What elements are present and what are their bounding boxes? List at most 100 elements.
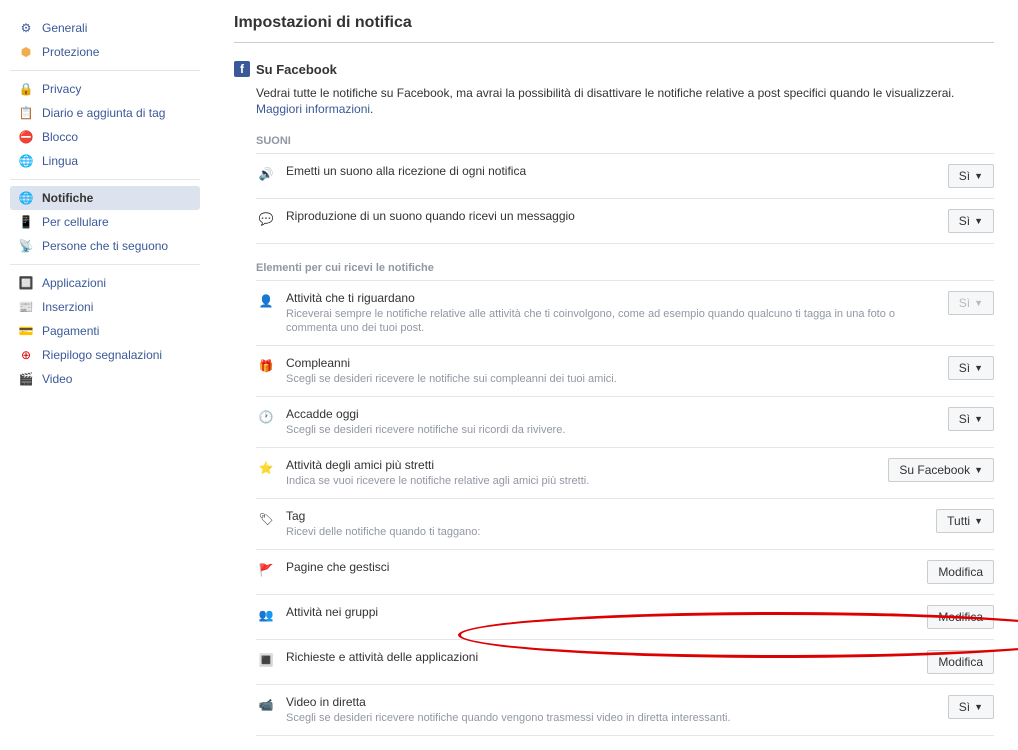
setting-row: 👤 Attività che ti riguardano Riceverai sem… [256, 281, 994, 346]
sidebar-item-support[interactable]: ⊕ Riepilogo segnalazioni [10, 343, 200, 367]
setting-row: 🕐 Accadde oggi Scegli se desideri ricevere… [256, 397, 994, 448]
facebook-icon: f [234, 61, 250, 77]
setting-label: Video in diretta [286, 695, 938, 709]
caret-icon: ▼ [974, 414, 983, 424]
setting-row-sound-message: 💬 Riproduzione di un suono quando ricevi… [256, 199, 994, 244]
setting-label: Accadde oggi [286, 407, 938, 421]
caret-icon: ▼ [974, 516, 983, 526]
section-title: Su Facebook [256, 62, 337, 77]
caret-icon: ▼ [974, 702, 983, 712]
sound-notification-dropdown[interactable]: Sì▼ [948, 164, 994, 188]
gift-icon: 🎁 [256, 356, 276, 376]
setting-row: 👥 Attività nei gruppi Modifica [256, 595, 994, 640]
globe-icon: 🌐 [18, 190, 34, 206]
setting-desc: Scegli se desideri ricevere le notifiche… [286, 372, 938, 386]
setting-desc: Scegli se desideri ricevere notifiche qu… [286, 711, 938, 725]
sidebar-item-security[interactable]: ⬢ Protezione [10, 40, 200, 64]
sidebar-item-label: Inserzioni [42, 300, 93, 314]
setting-label: Tag [286, 509, 926, 523]
globe-icon: 🌐 [18, 153, 34, 169]
sounds-title: SUONI [256, 135, 994, 154]
setting-desc: Riceverai sempre le notifiche relative a… [286, 307, 938, 335]
sidebar-item-notifications[interactable]: 🌐 Notifiche [10, 186, 200, 210]
setting-desc: Indica se vuoi ricevere le notifiche rel… [286, 474, 878, 488]
star-icon: ⭐ [256, 458, 276, 478]
setting-label: Attività che ti riguardano [286, 291, 938, 305]
setting-dropdown[interactable]: Modifica [927, 650, 994, 674]
mobile-icon: 📱 [18, 214, 34, 230]
caret-icon: ▼ [974, 171, 983, 181]
sidebar-item-label: Video [42, 372, 72, 386]
sidebar-item-label: Blocco [42, 130, 78, 144]
elements-title: Elementi per cui ricevi le notifiche [256, 262, 994, 281]
setting-label: Emetti un suono alla ricezione di ogni n… [286, 164, 938, 178]
sidebar-item-video[interactable]: 🎬 Video [10, 367, 200, 391]
setting-dropdown[interactable]: Sì▼ [948, 356, 994, 380]
message-icon: 💬 [256, 209, 276, 229]
setting-dropdown[interactable]: Sì▼ [948, 407, 994, 431]
tag-icon: 🏷 [256, 509, 276, 529]
diary-icon: 📋 [18, 105, 34, 121]
app-icon: 🔳 [256, 650, 276, 670]
sidebar-item-language[interactable]: 🌐 Lingua [10, 149, 200, 173]
sidebar-item-blocking[interactable]: ⛔ Blocco [10, 125, 200, 149]
setting-dropdown[interactable]: Su Facebook▼ [888, 458, 994, 482]
sidebar-item-apps[interactable]: 🔲 Applicazioni [10, 271, 200, 295]
sidebar-item-label: Persone che ti seguono [42, 239, 168, 253]
setting-row-sound-notification: 🔊 Emetti un suono alla ricezione di ogni… [256, 154, 994, 199]
setting-row: 📹 Video in diretta Scegli se desideri rice… [256, 685, 994, 736]
setting-label: Pagine che gestisci [286, 560, 917, 574]
setting-row: ⭐ Attività degli amici più stretti Indica … [256, 448, 994, 499]
video-icon: 🎬 [18, 371, 34, 387]
sidebar-item-ads[interactable]: 📰 Inserzioni [10, 295, 200, 319]
sidebar-item-label: Notifiche [42, 191, 93, 205]
setting-label: Attività nei gruppi [286, 605, 917, 619]
main-content: Impostazioni di notifica f Su Facebook V… [210, 0, 1018, 750]
person-icon: 👤 [256, 291, 276, 311]
sidebar-item-general[interactable]: ⚙ Generali [10, 16, 200, 40]
group-icon: 👥 [256, 605, 276, 625]
sidebar-item-label: Applicazioni [42, 276, 106, 290]
caret-icon: ▼ [974, 216, 983, 226]
sidebar-item-timeline[interactable]: 📋 Diario e aggiunta di tag [10, 101, 200, 125]
sound-message-dropdown[interactable]: Sì▼ [948, 209, 994, 233]
shield-icon: ⬢ [18, 44, 34, 60]
caret-icon: ▼ [974, 298, 983, 308]
sidebar-item-label: Protezione [42, 45, 99, 59]
setting-row: 🔳 Richieste e attività delle applicazioni… [256, 640, 994, 685]
section-header: f Su Facebook [234, 61, 994, 77]
card-icon: 💳 [18, 323, 34, 339]
setting-label: Riproduzione di un suono quando ricevi u… [286, 209, 938, 223]
caret-icon: ▼ [974, 363, 983, 373]
sidebar-item-label: Pagamenti [42, 324, 99, 338]
sidebar-item-followers[interactable]: 📡 Persone che ti seguono [10, 234, 200, 258]
sidebar-item-payments[interactable]: 💳 Pagamenti [10, 319, 200, 343]
caret-icon: ▼ [974, 465, 983, 475]
apps-icon: 🔲 [18, 275, 34, 291]
setting-label: Attività degli amici più stretti [286, 458, 878, 472]
sidebar-item-label: Generali [42, 21, 87, 35]
setting-desc: Scegli se desideri ricevere notifiche su… [286, 423, 938, 437]
learn-more-link[interactable]: Maggiori informazioni [256, 102, 370, 116]
gear-icon: ⚙ [18, 20, 34, 36]
setting-dropdown[interactable]: Modifica [927, 560, 994, 584]
clock-icon: 🕐 [256, 407, 276, 427]
sidebar-item-privacy[interactable]: 🔒 Privacy [10, 77, 200, 101]
setting-dropdown[interactable]: Tutti▼ [936, 509, 994, 533]
flag-icon: 🚩 [256, 560, 276, 580]
sidebar-item-label: Per cellulare [42, 215, 109, 229]
setting-label: Richieste e attività delle applicazioni [286, 650, 917, 664]
ads-icon: 📰 [18, 299, 34, 315]
section-description: Vedrai tutte le notifiche su Facebook, m… [256, 85, 994, 117]
sidebar-item-label: Lingua [42, 154, 78, 168]
sidebar-item-mobile[interactable]: 📱 Per cellulare [10, 210, 200, 234]
support-icon: ⊕ [18, 347, 34, 363]
live-icon: 📹 [256, 695, 276, 715]
setting-dropdown[interactable]: Modifica [927, 605, 994, 629]
feed-icon: 📡 [18, 238, 34, 254]
setting-row: 🎁CompleanniScegli se desideri ricevere l… [256, 346, 994, 397]
setting-row: 🚩 Pagine che gestisci Modifica [256, 550, 994, 595]
setting-dropdown[interactable]: Sì▼ [948, 695, 994, 719]
page-title: Impostazioni di notifica [234, 14, 994, 43]
setting-desc: Ricevi delle notifiche quando ti taggano… [286, 525, 926, 539]
